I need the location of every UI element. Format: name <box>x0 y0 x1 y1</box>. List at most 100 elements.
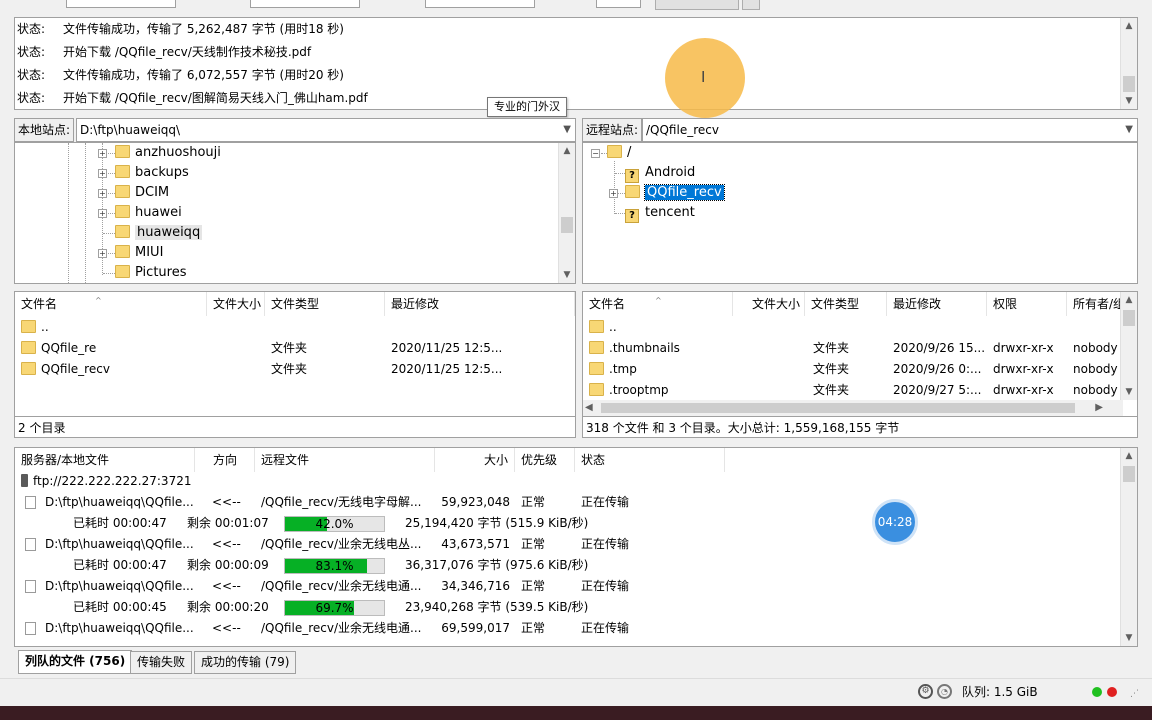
file-row[interactable]: .. <box>583 317 1123 338</box>
remote-list-vscrollbar[interactable]: ▲ ▼ <box>1120 292 1137 400</box>
column-header-modified[interactable]: 最近修改 <box>887 292 987 316</box>
chevron-down-icon[interactable]: ▼ <box>563 119 571 141</box>
tree-item-selected[interactable]: QQfile_recv <box>625 183 725 203</box>
tree-item[interactable]: DCIM <box>115 183 169 203</box>
queue-local-file[interactable]: D:\ftp\huaweiqq\QQfile... <box>45 618 195 639</box>
expand-icon[interactable]: + <box>98 189 107 198</box>
scroll-down-icon[interactable]: ▼ <box>1121 630 1137 646</box>
scroll-down-icon[interactable]: ▼ <box>1121 384 1137 400</box>
tree-item[interactable]: ? tencent <box>625 203 695 223</box>
queue-server-row[interactable]: ftp://222.222.222.27:3721 <box>21 471 191 492</box>
scroll-right-icon[interactable]: ▶ <box>1095 400 1103 416</box>
speed-limit-icon[interactable]: ◔ <box>937 684 952 699</box>
tree-item[interactable]: MIUI <box>115 243 163 263</box>
queue-priority: 正常 <box>521 537 546 551</box>
remote-path-combo[interactable]: /QQfile_recv ▼ <box>642 118 1138 142</box>
expand-icon[interactable]: + <box>98 169 107 178</box>
expand-icon[interactable]: + <box>609 189 618 198</box>
sort-up-icon: ^ <box>655 296 662 305</box>
queue-remote-file[interactable]: /QQfile_recv/无线电字母解... <box>261 492 431 513</box>
local-path-text: D:\ftp\huaweiqq\ <box>80 123 181 137</box>
tab-failed-transfers[interactable]: 传输失败 <box>130 651 193 674</box>
scroll-down-icon[interactable]: ▼ <box>1121 93 1137 109</box>
tree-item-selected[interactable]: huaweiqq <box>115 223 203 243</box>
column-header-name[interactable]: 文件名 ^ <box>15 292 207 316</box>
local-path-combo[interactable]: D:\ftp\huaweiqq\ ▼ <box>76 118 576 142</box>
tab-successful-transfers[interactable]: 成功的传输 (79) <box>194 651 297 674</box>
tree-item[interactable]: anzhuoshouji <box>115 143 221 163</box>
scroll-up-icon[interactable]: ▲ <box>1121 448 1137 464</box>
column-header-size[interactable]: 文件大小 <box>207 292 265 316</box>
gear-icon[interactable]: ⚙ <box>918 684 933 699</box>
text-cursor-icon: I <box>701 68 706 86</box>
column-header-type[interactable]: 文件类型 <box>265 292 385 316</box>
column-header-permissions[interactable]: 权限 <box>987 292 1067 316</box>
column-header-priority[interactable]: 优先级 <box>515 448 575 472</box>
tree-item[interactable]: huawei <box>115 203 182 223</box>
column-header-modified[interactable]: 最近修改 <box>385 292 575 316</box>
log-scrollbar[interactable]: ▲ ▼ <box>1120 18 1137 109</box>
quickconnect-button[interactable] <box>655 0 739 10</box>
column-header-name[interactable]: 文件名 ^ <box>583 292 733 316</box>
file-row[interactable]: .. <box>15 317 575 338</box>
expand-icon[interactable]: + <box>98 209 107 218</box>
tree-item[interactable]: backups <box>115 163 189 183</box>
unknown-folder-icon: ? <box>625 209 639 223</box>
folder-icon <box>115 165 130 178</box>
file-icon <box>25 538 36 551</box>
scroll-up-icon[interactable]: ▲ <box>1121 18 1137 34</box>
queue-local-file[interactable]: D:\ftp\huaweiqq\QQfile... <box>45 576 195 597</box>
port-field[interactable] <box>596 0 641 8</box>
remote-list-hscrollbar[interactable]: ◀ ▶ <box>583 400 1123 416</box>
password-field[interactable] <box>425 0 535 8</box>
tree-root[interactable]: / <box>607 143 631 163</box>
scroll-left-icon[interactable]: ◀ <box>585 400 593 416</box>
scroll-down-icon[interactable]: ▼ <box>559 267 575 283</box>
message-log: 状态: 文件传输成功，传输了 5,262,487 字节 (用时18 秒) 状态: 开… <box>14 17 1138 110</box>
collapse-icon[interactable]: − <box>591 149 600 158</box>
chevron-down-icon[interactable]: ▼ <box>1125 119 1133 141</box>
queue-remote-file[interactable]: /QQfile_recv/业余无线电丛... <box>261 534 431 555</box>
file-row[interactable]: QQfile_recv 文件夹 2020/11/25 12:5... <box>15 359 575 380</box>
resize-grip-icon[interactable]: ⋰ <box>1130 689 1139 699</box>
column-header-direction[interactable]: 方向 <box>195 448 255 472</box>
recording-timer: 04:28 <box>872 499 918 545</box>
column-header-type[interactable]: 文件类型 <box>805 292 887 316</box>
file-row[interactable]: .thumbnails 文件夹 2020/9/26 15... drwxr-xr… <box>583 338 1123 359</box>
quickconnect-dropdown-button[interactable] <box>742 0 760 10</box>
transfer-bytes: 23,940,268 字节 (539.5 KiB/秒) <box>405 600 589 614</box>
expand-icon[interactable]: + <box>98 149 107 158</box>
tree-item[interactable]: Pictures <box>115 263 186 283</box>
file-row[interactable]: .tmp 文件夹 2020/9/26 0:... drwxr-xr-x nobo… <box>583 359 1123 380</box>
folder-icon <box>115 205 130 218</box>
file-row[interactable]: QQfile_re 文件夹 2020/11/25 12:5... <box>15 338 575 359</box>
scroll-up-icon[interactable]: ▲ <box>559 143 575 159</box>
column-header-server-local[interactable]: 服务器/本地文件 <box>15 448 195 472</box>
queue-local-file[interactable]: D:\ftp\huaweiqq\QQfile... <box>45 534 195 555</box>
scroll-thumb[interactable] <box>1123 76 1135 92</box>
tooltip: 专业的门外汉 <box>487 97 567 117</box>
scroll-thumb[interactable] <box>601 403 1075 413</box>
queue-scrollbar[interactable]: ▲ ▼ <box>1120 448 1137 646</box>
column-header-status[interactable]: 状态 <box>575 448 725 472</box>
scroll-thumb[interactable] <box>1123 466 1135 482</box>
scroll-up-icon[interactable]: ▲ <box>1121 292 1137 308</box>
scroll-thumb[interactable] <box>1123 310 1135 326</box>
file-icon <box>25 496 36 509</box>
queue-remote-file[interactable]: /QQfile_recv/业余无线电通... <box>261 618 431 639</box>
file-row[interactable]: .trooptmp 文件夹 2020/9/27 5:... drwxr-xr-x… <box>583 380 1123 401</box>
queue-remote-file[interactable]: /QQfile_recv/业余无线电通... <box>261 576 431 597</box>
expand-icon[interactable]: + <box>98 249 107 258</box>
username-field[interactable] <box>250 0 360 8</box>
column-header-size[interactable]: 文件大小 <box>733 292 805 316</box>
file-icon <box>25 622 36 635</box>
local-tree-scrollbar[interactable]: ▲ ▼ <box>558 143 575 283</box>
column-header-remote[interactable]: 远程文件 <box>255 448 435 472</box>
column-header-size[interactable]: 大小 <box>435 448 515 472</box>
scroll-thumb[interactable] <box>561 217 573 233</box>
queue-local-file[interactable]: D:\ftp\huaweiqq\QQfile... <box>45 492 195 513</box>
tab-queued-files[interactable]: 列队的文件 (756) <box>18 650 133 674</box>
remaining-time: 剩余 00:00:09 <box>187 558 269 572</box>
tree-item[interactable]: ? Android <box>625 163 695 183</box>
host-field[interactable] <box>66 0 176 8</box>
